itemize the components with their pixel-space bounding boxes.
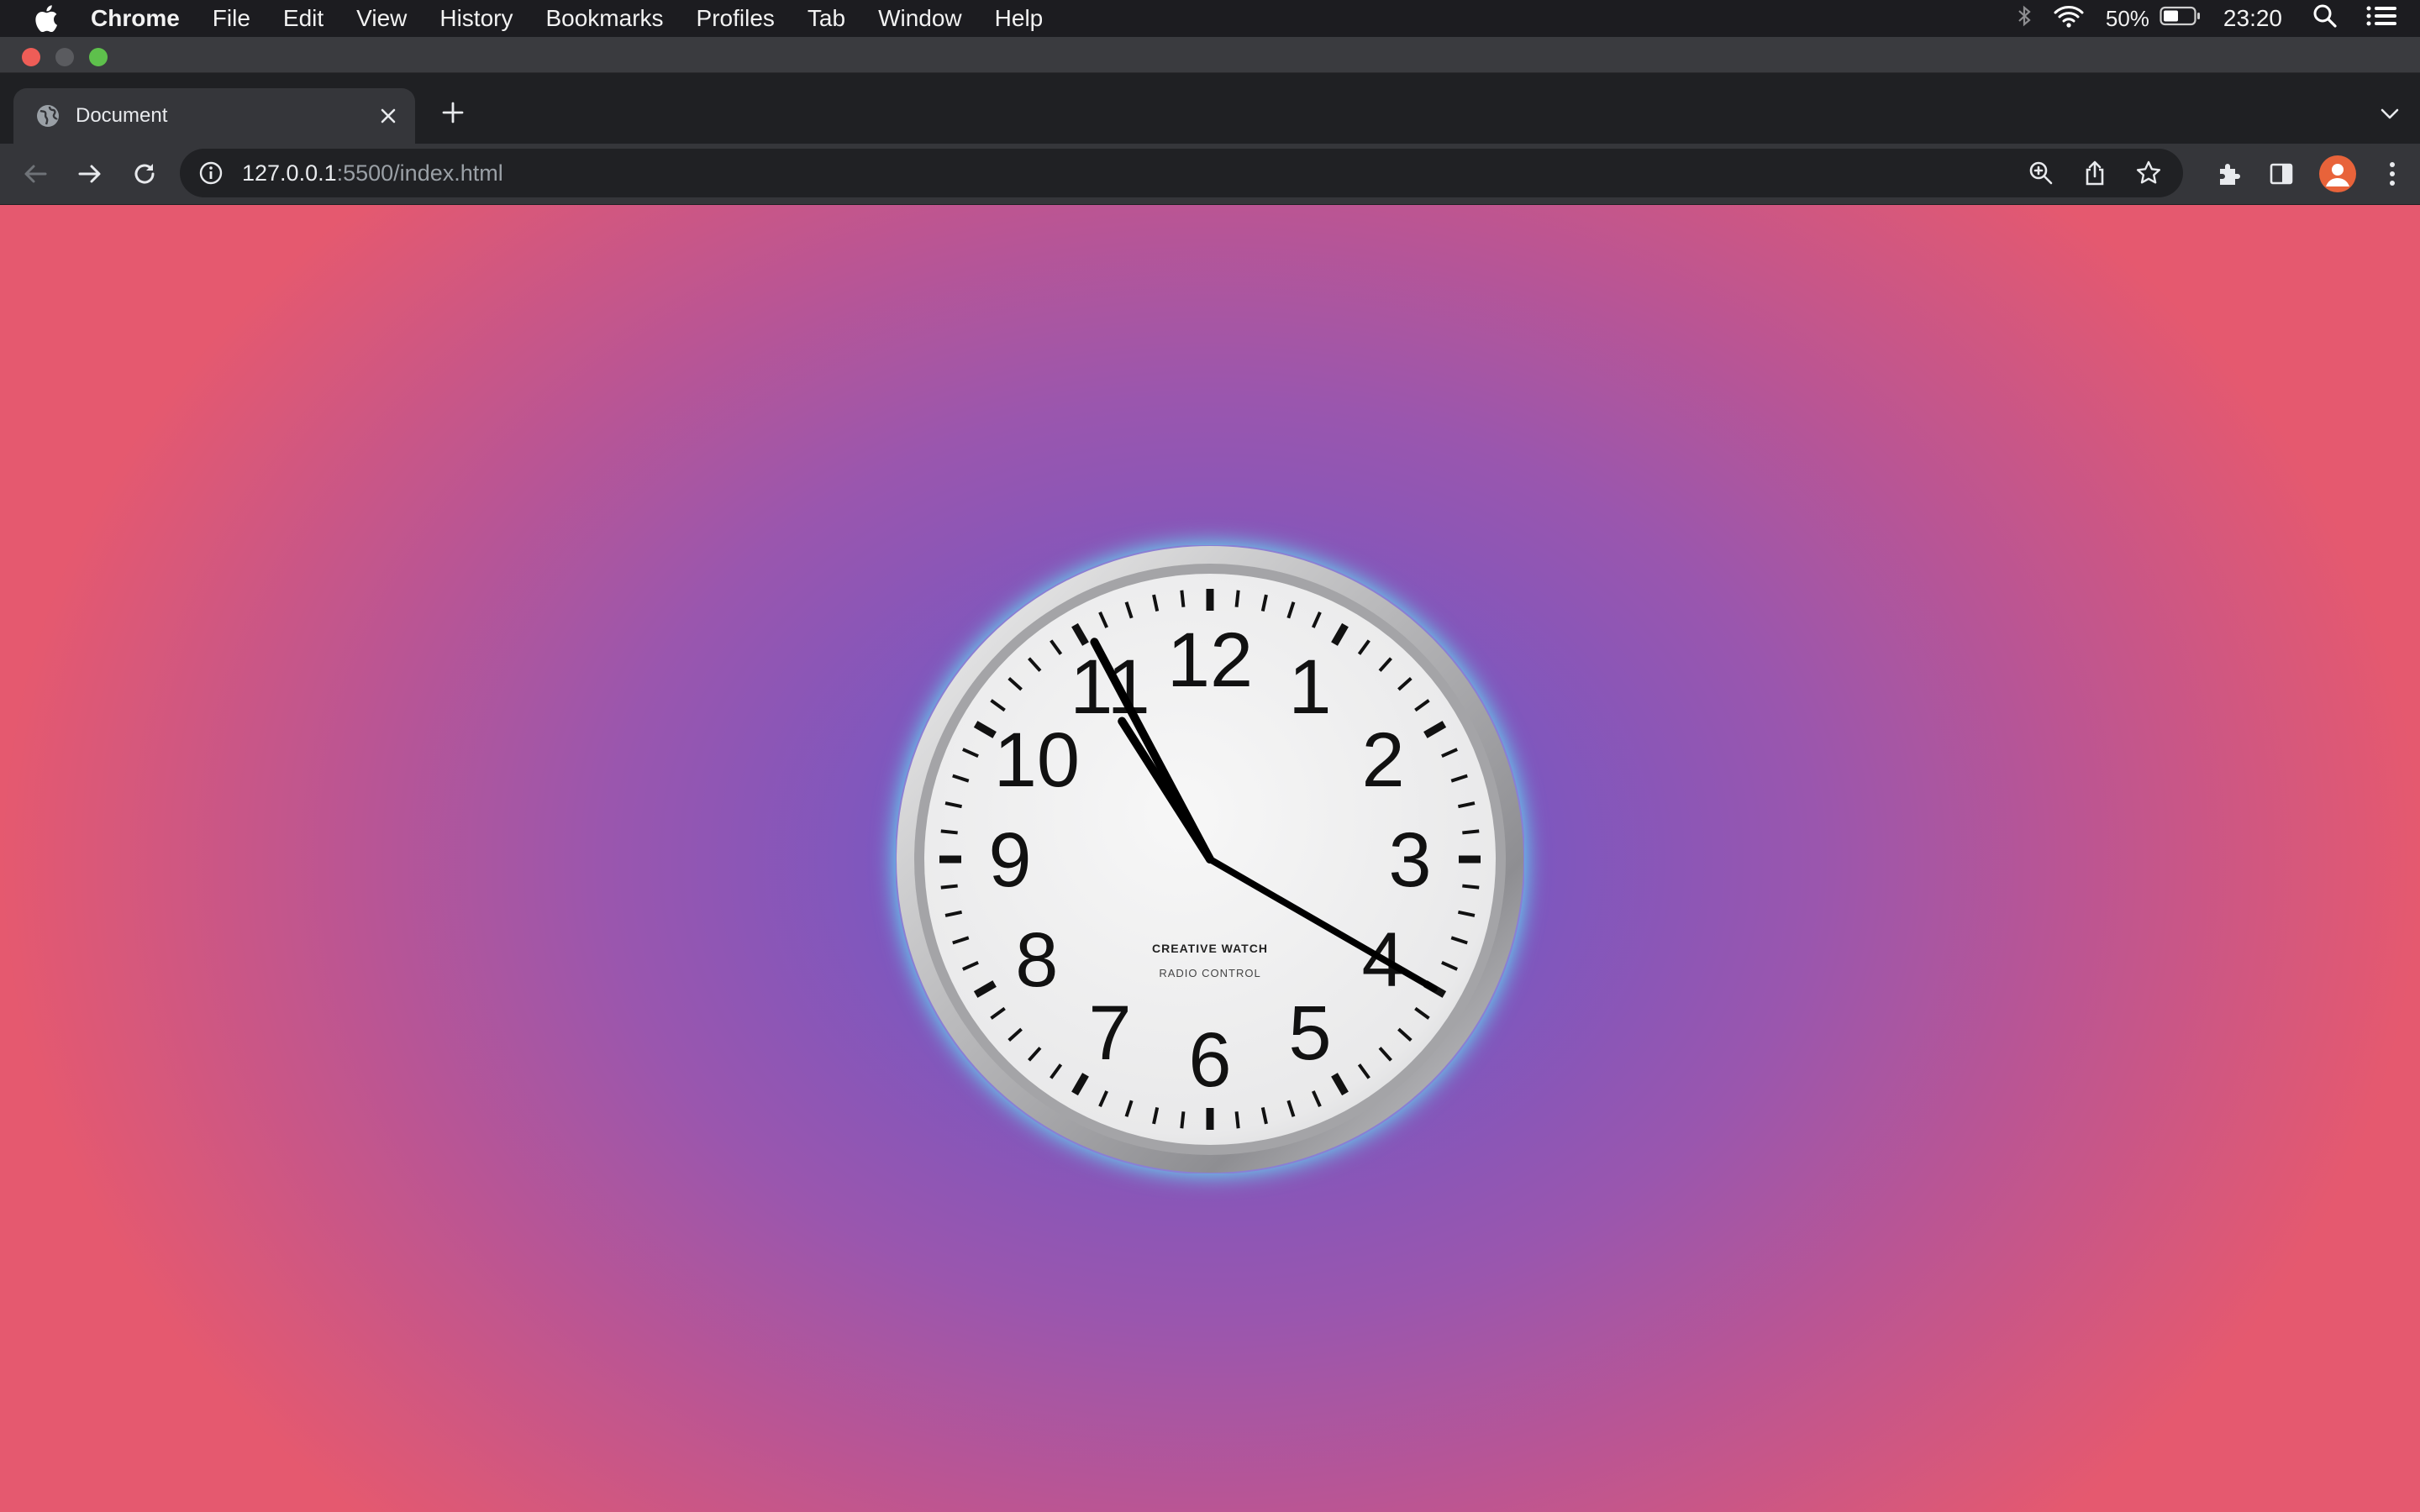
clock-subtitle-text: RADIO CONTROL	[1159, 967, 1260, 979]
menu-profiles[interactable]: Profiles	[697, 5, 775, 32]
menu-window[interactable]: Window	[878, 5, 962, 32]
share-icon[interactable]	[2081, 159, 2109, 187]
reload-icon[interactable]	[129, 159, 160, 189]
wifi-icon[interactable]	[2054, 4, 2084, 34]
minute-tick	[1180, 1111, 1186, 1129]
back-arrow-icon[interactable]	[20, 159, 50, 189]
window-title-bar	[0, 37, 2420, 73]
close-tab-icon[interactable]	[375, 102, 402, 129]
menu-chrome[interactable]: Chrome	[91, 5, 180, 32]
fullscreen-window-button[interactable]	[89, 48, 108, 66]
new-tab-button[interactable]	[439, 98, 467, 127]
macos-menu-bar: Chrome File Edit View History Bookmarks …	[0, 0, 2420, 37]
minimize-window-button[interactable]	[55, 48, 74, 66]
clock-numeral-8: 8	[1015, 917, 1058, 1003]
control-center-icon[interactable]	[2366, 4, 2398, 34]
clock-time[interactable]: 23:20	[2223, 5, 2282, 32]
zoom-icon[interactable]	[2027, 159, 2055, 187]
minute-tick	[1462, 884, 1480, 890]
url-host: 127.0.0.1	[242, 160, 337, 186]
close-window-button[interactable]	[22, 48, 40, 66]
clock-numeral-5: 5	[1288, 990, 1331, 1076]
minute-tick	[1462, 829, 1480, 835]
menu-history[interactable]: History	[439, 5, 513, 32]
minute-tick	[1234, 1111, 1240, 1129]
browser-toolbar: 127.0.0.1:5500/index.html	[0, 144, 2420, 205]
menu-help[interactable]: Help	[995, 5, 1044, 32]
clock-numeral-12: 12	[1167, 617, 1253, 703]
clock-numeral-6: 6	[1188, 1017, 1231, 1103]
address-bar[interactable]: 127.0.0.1:5500/index.html	[180, 149, 2183, 197]
clock-numeral-9: 9	[988, 817, 1031, 903]
clock-face: 121234567891011 CREATIVE WATCH RADIO CON…	[896, 545, 1524, 1173]
chrome-menu-icon[interactable]	[2380, 160, 2405, 188]
clock-container: 121234567891011 CREATIVE WATCH RADIO CON…	[896, 545, 1524, 1173]
tab-title: Document	[76, 104, 168, 127]
tab-strip: Document	[0, 73, 2420, 144]
url-text[interactable]: 127.0.0.1:5500/index.html	[242, 160, 503, 186]
tab-document[interactable]: Document	[13, 88, 415, 144]
minute-tick	[940, 829, 958, 835]
forward-arrow-icon[interactable]	[75, 159, 105, 189]
menu-edit[interactable]: Edit	[283, 5, 324, 32]
clock-numeral-1: 1	[1288, 644, 1331, 730]
site-info-icon[interactable]	[198, 160, 224, 186]
menu-tab[interactable]: Tab	[808, 5, 845, 32]
url-path: :5500/index.html	[336, 160, 503, 186]
minute-tick	[940, 884, 958, 890]
clock-brand-text: CREATIVE WATCH	[1152, 942, 1268, 955]
battery-percentage: 50%	[2105, 5, 2149, 31]
clock-numeral-2: 2	[1362, 717, 1405, 803]
bluetooth-icon[interactable]	[2017, 4, 2032, 34]
menu-bookmarks[interactable]: Bookmarks	[545, 5, 663, 32]
spotlight-search-icon[interactable]	[2312, 3, 2338, 34]
profile-avatar[interactable]	[2319, 155, 2356, 192]
menu-file[interactable]: File	[213, 5, 250, 32]
apple-menu-icon[interactable]	[34, 4, 59, 33]
bookmark-star-icon[interactable]	[2134, 159, 2163, 187]
minute-tick	[1234, 590, 1240, 607]
clock-numeral-10: 10	[994, 717, 1080, 803]
minute-tick	[1180, 590, 1186, 607]
side-panel-icon[interactable]	[2267, 160, 2296, 188]
tab-search-chevron-icon[interactable]	[2376, 100, 2403, 127]
extensions-puzzle-icon[interactable]	[2215, 160, 2244, 188]
page-viewport: 121234567891011 CREATIVE WATCH RADIO CON…	[0, 205, 2420, 1512]
globe-icon	[35, 103, 60, 129]
clock-numeral-7: 7	[1088, 990, 1131, 1076]
battery-icon[interactable]	[2160, 5, 2202, 32]
menu-view[interactable]: View	[356, 5, 407, 32]
clock-numeral-3: 3	[1388, 817, 1431, 903]
